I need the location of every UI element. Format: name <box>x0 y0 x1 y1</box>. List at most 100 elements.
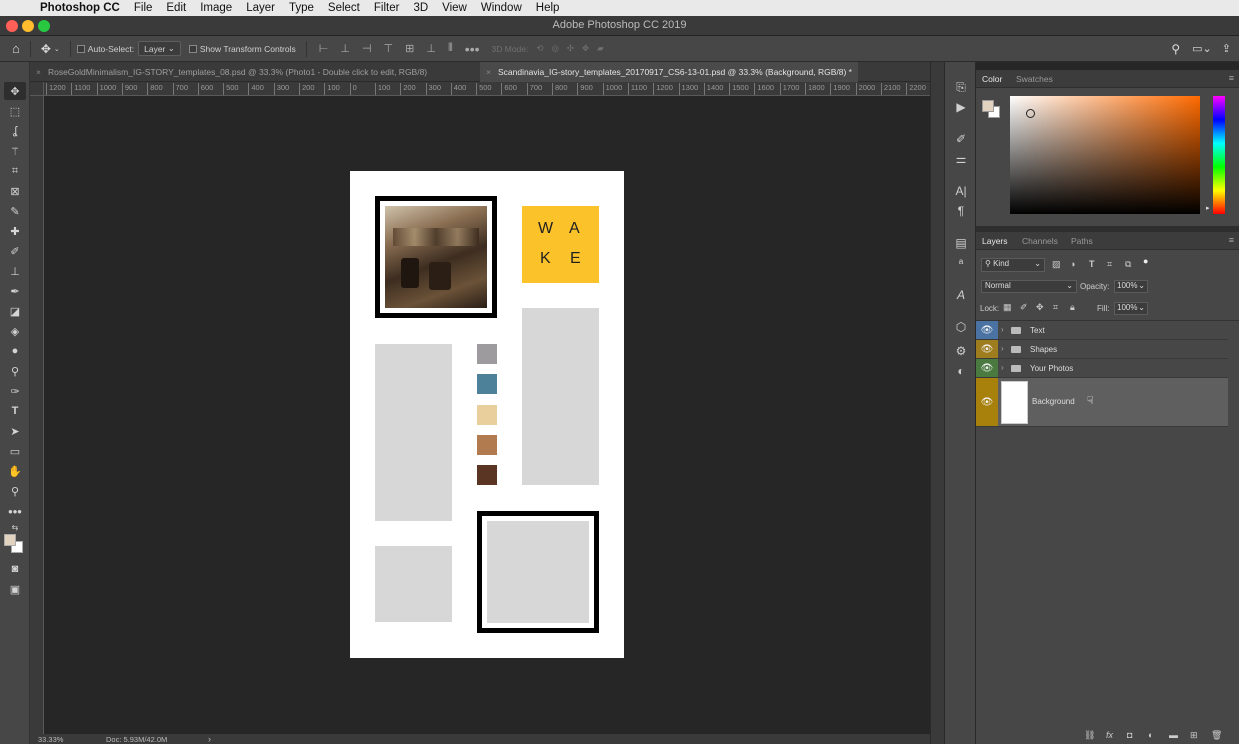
menu-help[interactable]: Help <box>529 2 567 14</box>
move-tool-icon[interactable]: ✥ <box>4 82 26 100</box>
healing-brush-tool-icon[interactable]: ✚ <box>4 222 26 240</box>
new-layer-icon[interactable]: ⊞ <box>1190 730 1198 741</box>
tab-layers[interactable]: Layers <box>982 236 1008 246</box>
visibility-eye-icon[interactable]: 👁︎ <box>976 340 998 358</box>
menu-select[interactable]: Select <box>321 2 367 14</box>
foreground-color-swatch[interactable] <box>982 100 994 112</box>
layer-row-text[interactable]: 👁︎ › Text <box>976 321 1228 340</box>
properties-panel-icon[interactable]: ⚙ <box>951 342 971 360</box>
eyedropper-tool-icon[interactable]: ✎ <box>4 202 26 220</box>
foreground-color-swatch[interactable] <box>4 534 16 546</box>
brush-tool-icon[interactable]: ✐ <box>4 242 26 260</box>
home-icon[interactable]: ⌂ <box>12 41 20 56</box>
show-transform-checkbox[interactable]: Show Transform Controls <box>188 44 296 54</box>
filter-kind-dropdown[interactable]: ⚲ Kind ⌄ <box>981 258 1045 272</box>
visibility-eye-icon[interactable]: 👁︎ <box>976 321 998 339</box>
new-group-icon[interactable]: ▬ <box>1169 730 1178 740</box>
palette-swatch[interactable] <box>477 465 497 485</box>
opacity-field[interactable]: 100% ⌄ <box>1114 280 1148 293</box>
photo-frame[interactable] <box>375 196 497 318</box>
lock-all-icon[interactable]: 🔒︎ <box>1070 302 1075 313</box>
eraser-tool-icon[interactable]: ◪ <box>4 302 26 320</box>
menu-view[interactable]: View <box>435 2 474 14</box>
lock-position-icon[interactable]: ✥ <box>1036 302 1044 313</box>
align-right-icon[interactable]: ⊣ <box>362 42 372 55</box>
align-top-icon[interactable]: ⊤ <box>384 42 394 55</box>
align-left-icon[interactable]: ⊢ <box>319 42 329 55</box>
actions-panel-icon[interactable]: ▶ <box>951 98 971 116</box>
status-menu-arrow[interactable]: › <box>208 734 211 744</box>
search-icon[interactable]: ⚲ <box>1171 42 1180 56</box>
lock-transparency-icon[interactable]: ▦ <box>1003 302 1012 313</box>
blend-mode-dropdown[interactable]: Normal ⌄ <box>981 280 1077 293</box>
paragraph-panel-icon[interactable]: ¶ <box>951 202 971 220</box>
lock-pixels-icon[interactable]: ✐ <box>1020 302 1028 313</box>
vertical-scrollbar[interactable] <box>930 62 944 744</box>
wake-block[interactable]: W A K E <box>522 206 599 283</box>
history-brush-tool-icon[interactable]: ✒ <box>4 282 26 300</box>
align-hcenter-icon[interactable]: ⊥ <box>340 42 350 55</box>
chevron-right-icon[interactable]: › <box>1001 325 1004 334</box>
screen-mode-icon[interactable]: ▣ <box>4 580 26 598</box>
frame-tool-icon[interactable]: ⊠ <box>4 182 26 200</box>
tab-scandinavia[interactable]: × Scandinavia_IG-story_templates_2017091… <box>480 62 858 82</box>
color-field[interactable] <box>1010 96 1200 214</box>
zoom-tool-icon[interactable]: ⚲ <box>4 482 26 500</box>
rectangle-tool-icon[interactable]: ▭ <box>4 442 26 460</box>
vertical-ruler[interactable] <box>30 82 44 734</box>
photo-placeholder-right[interactable] <box>522 308 599 485</box>
workspace-icon[interactable]: ▭⌄ <box>1192 42 1212 55</box>
share-icon[interactable]: ⇪ <box>1222 42 1231 55</box>
menu-file[interactable]: File <box>127 2 160 14</box>
magic-wand-tool-icon[interactable]: ⚚ <box>4 142 26 160</box>
menu-image[interactable]: Image <box>193 2 239 14</box>
history-panel-icon[interactable]: ⎘ <box>951 78 971 96</box>
tab-channels[interactable]: Channels <box>1022 236 1058 246</box>
brush-settings-icon[interactable]: ✐ <box>951 130 971 148</box>
document-canvas[interactable]: W A K E <box>350 171 624 658</box>
menu-layer[interactable]: Layer <box>239 2 282 14</box>
chevron-right-icon[interactable]: › <box>1001 363 1004 372</box>
adjustments-sliders-icon[interactable]: ⚌ <box>951 150 971 168</box>
zoom-window-button[interactable] <box>38 20 50 32</box>
ruler-origin[interactable] <box>30 82 44 96</box>
marquee-tool-icon[interactable]: ⬚ <box>4 102 26 120</box>
minimize-window-button[interactable] <box>22 20 34 32</box>
move-tool-preset-icon[interactable]: ✥ <box>41 42 51 56</box>
add-mask-icon[interactable]: ◘ <box>1127 730 1132 740</box>
layer-row-your-photos[interactable]: 👁︎ › Your Photos <box>976 359 1228 378</box>
type-tool-icon[interactable]: T <box>4 402 26 420</box>
layer-select-dropdown[interactable]: Layer ⌄ <box>138 41 181 56</box>
visibility-eye-icon[interactable]: 👁︎ <box>976 359 998 377</box>
chevron-down-icon[interactable]: ⌄ <box>54 45 60 53</box>
filter-smartobject-icon[interactable]: ⧉ <box>1125 259 1131 270</box>
filter-adjustment-icon[interactable]: ◑ <box>1070 259 1075 269</box>
libraries-icon[interactable]: ▤ <box>951 234 971 252</box>
crop-tool-icon[interactable]: ⌗ <box>4 162 26 180</box>
tab-rosegold[interactable]: × RoseGoldMinimalism_IG-STORY_templates_… <box>30 62 433 82</box>
photo-placeholder-tall[interactable] <box>375 344 452 521</box>
pen-tool-icon[interactable]: ✑ <box>4 382 26 400</box>
layer-row-shapes[interactable]: 👁︎ › Shapes <box>976 340 1228 359</box>
type-styles-icon[interactable]: A <box>951 286 971 304</box>
tab-close-icon[interactable]: × <box>486 67 491 77</box>
panel-menu-icon[interactable]: ≡ <box>1229 235 1234 245</box>
zoom-level[interactable]: 33.33% <box>38 735 63 744</box>
horizontal-ruler[interactable]: 1200 1100 1000 900 800 700 600 500 400 300 200 100 0… <box>44 82 930 96</box>
path-selection-tool-icon[interactable]: ➤ <box>4 422 26 440</box>
hue-slider-handle-icon[interactable]: ▸ <box>1206 204 1210 212</box>
menu-3d[interactable]: 3D <box>406 2 435 14</box>
checkbox-box[interactable] <box>76 44 85 53</box>
photo-placeholder-small[interactable] <box>375 546 452 622</box>
3d-panel-icon[interactable]: ⬡ <box>951 318 971 336</box>
checkbox-box[interactable] <box>188 44 197 53</box>
glyphs-icon[interactable]: ᵃ <box>951 254 971 272</box>
filter-toggle-icon[interactable]: ● <box>1143 256 1148 266</box>
photo-placeholder-framed[interactable] <box>487 521 589 623</box>
new-adjustment-layer-icon[interactable]: ◐ <box>1148 730 1153 740</box>
blur-tool-icon[interactable]: ● <box>4 342 26 360</box>
paint-bucket-tool-icon[interactable]: ◈ <box>4 322 26 340</box>
filter-type-icon[interactable]: T <box>1089 259 1095 269</box>
photo-frame-bottom[interactable] <box>477 511 599 633</box>
filter-shape-icon[interactable]: ⌗ <box>1107 259 1112 270</box>
